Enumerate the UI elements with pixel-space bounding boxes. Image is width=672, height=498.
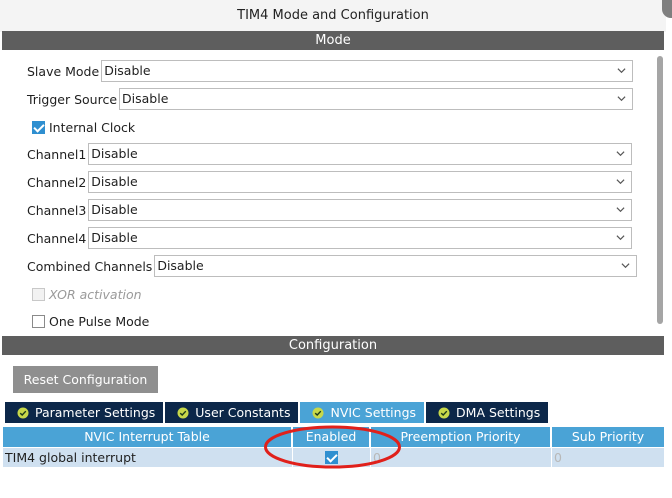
- trigger-source-label: Trigger Source: [27, 91, 118, 107]
- interrupt-name-cell: TIM4 global interrupt: [3, 448, 293, 467]
- tim4-config-window: TIM4 Mode and Configuration Mode Slave M…: [0, 0, 672, 498]
- trigger-source-select[interactable]: Disable: [119, 88, 634, 110]
- mode-scrollbar-thumb[interactable]: [657, 56, 663, 324]
- channel2-label: Channel2: [27, 174, 87, 190]
- configuration-section-header: Configuration: [2, 336, 664, 355]
- combined-channels-select[interactable]: Disable: [154, 255, 638, 277]
- check-circle-icon: [438, 407, 450, 418]
- channel4-row: Channel4 Disable: [27, 227, 633, 249]
- combined-channels-value: Disable: [157, 258, 204, 273]
- annotation-ellipse: [264, 425, 401, 469]
- channel2-select[interactable]: Disable: [88, 171, 633, 193]
- slave-mode-row: Slave Mode Disable: [27, 60, 634, 82]
- internal-clock-row: Internal Clock: [32, 119, 135, 135]
- slave-mode-select[interactable]: Disable: [101, 60, 634, 82]
- sub-priority-cell[interactable]: 0: [552, 448, 664, 467]
- channel2-row: Channel2 Disable: [27, 171, 633, 193]
- trigger-source-row: Trigger Source Disable: [27, 88, 634, 110]
- channel3-row: Channel3 Disable: [27, 199, 633, 221]
- channel4-label: Channel4: [27, 230, 87, 246]
- window-title: TIM4 Mode and Configuration: [0, 0, 666, 32]
- chevron-down-icon: [616, 151, 625, 157]
- channel3-value: Disable: [91, 202, 138, 217]
- mode-scrollbar[interactable]: [656, 52, 664, 325]
- configuration-tabs: Parameter Settings User Constants NVIC S…: [5, 402, 550, 423]
- mode-section-header: Mode: [2, 31, 664, 50]
- channel1-select[interactable]: Disable: [88, 143, 633, 165]
- chevron-down-icon: [616, 235, 625, 241]
- channel1-label: Channel1: [27, 146, 87, 162]
- xor-activation-checkbox: [32, 287, 45, 301]
- tab-nvic-settings-label: NVIC Settings: [330, 405, 417, 420]
- tab-parameter-settings-label: Parameter Settings: [35, 405, 156, 420]
- one-pulse-mode-label: One Pulse Mode: [49, 313, 150, 329]
- one-pulse-mode-row: One Pulse Mode: [32, 313, 149, 329]
- column-header-interrupt[interactable]: NVIC Interrupt Table: [3, 427, 293, 447]
- check-circle-icon: [312, 407, 324, 418]
- channel3-select[interactable]: Disable: [88, 199, 633, 221]
- tab-user-constants-label: User Constants: [195, 405, 291, 420]
- channel2-value: Disable: [91, 174, 138, 189]
- slave-mode-label: Slave Mode: [27, 63, 100, 79]
- combined-channels-row: Combined Channels Disable: [27, 255, 638, 277]
- check-circle-icon: [17, 407, 29, 418]
- channel4-select[interactable]: Disable: [88, 227, 633, 249]
- combined-channels-label: Combined Channels: [27, 258, 153, 274]
- chevron-down-icon: [621, 263, 630, 269]
- internal-clock-checkbox[interactable]: [32, 120, 45, 134]
- trigger-source-value: Disable: [122, 91, 169, 106]
- internal-clock-label: Internal Clock: [49, 119, 136, 135]
- chevron-down-icon: [617, 96, 626, 102]
- tab-parameter-settings[interactable]: Parameter Settings: [5, 402, 164, 423]
- channel3-label: Channel3: [27, 202, 87, 218]
- slave-mode-value: Disable: [104, 63, 151, 78]
- chevron-down-icon: [616, 207, 625, 213]
- tab-nvic-settings[interactable]: NVIC Settings: [300, 402, 425, 423]
- chevron-down-icon: [616, 179, 625, 185]
- chevron-down-icon: [617, 68, 626, 74]
- xor-activation-row: XOR activation: [32, 286, 142, 302]
- reset-configuration-button[interactable]: Reset Configuration: [13, 366, 158, 393]
- one-pulse-mode-checkbox[interactable]: [32, 314, 45, 328]
- channel1-row: Channel1 Disable: [27, 143, 633, 165]
- check-circle-icon: [177, 407, 189, 418]
- tab-dma-settings[interactable]: DMA Settings: [426, 402, 549, 423]
- xor-activation-label: XOR activation: [49, 286, 142, 302]
- column-header-sub-priority[interactable]: Sub Priority: [552, 427, 664, 447]
- tab-user-constants[interactable]: User Constants: [165, 402, 299, 423]
- tab-dma-settings-label: DMA Settings: [456, 405, 541, 420]
- channel4-value: Disable: [91, 230, 138, 245]
- channel1-value: Disable: [91, 146, 138, 161]
